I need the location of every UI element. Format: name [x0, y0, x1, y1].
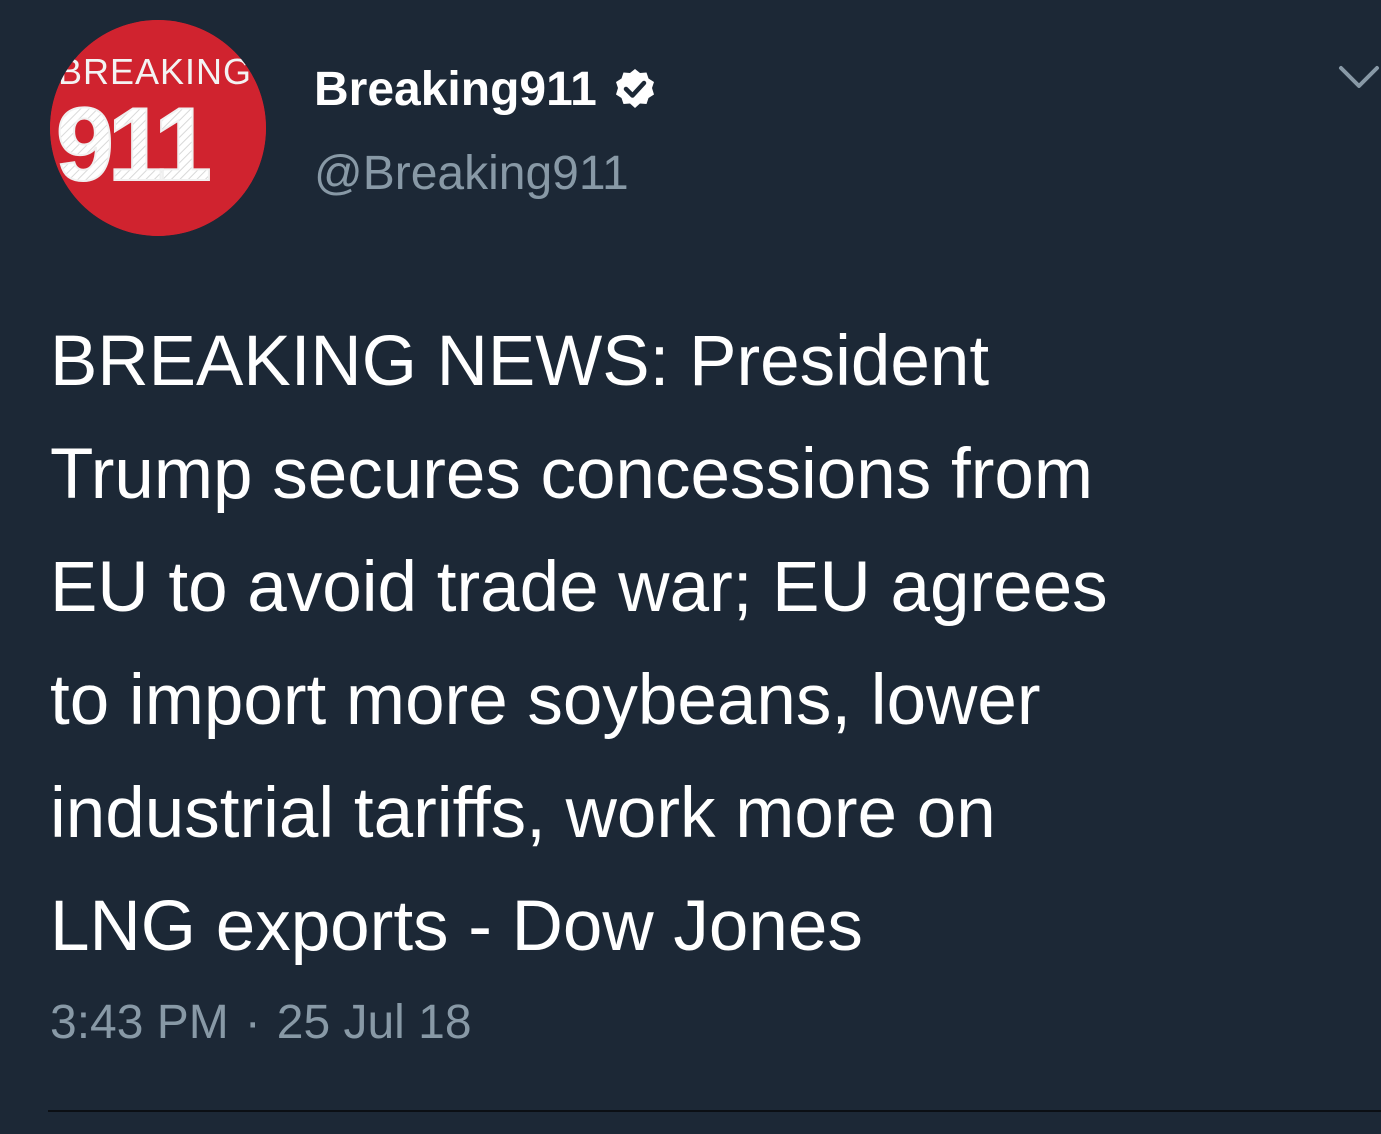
breaking911-logo-icon: BREAKING 911 — [50, 20, 266, 236]
display-name[interactable]: Breaking911 — [314, 60, 597, 120]
tweet-text-line: BREAKING NEWS: President — [50, 322, 990, 401]
author-handle[interactable]: @Breaking911 — [314, 144, 629, 204]
avatar-logo-number: 911 — [56, 87, 209, 203]
tweet-text-line: EU to avoid trade war; EU agrees — [50, 548, 1108, 627]
divider — [48, 1110, 1381, 1112]
tweet-timestamp[interactable]: 3:43 PM · 25 Jul 18 — [50, 988, 472, 1058]
tweet-text: BREAKING NEWS: President Trump secures c… — [50, 305, 1370, 983]
tweet-text-line: Trump secures concessions from — [50, 435, 1093, 514]
tweet-card: BREAKING 911 Breaking911 @Breaking911 BR… — [0, 0, 1381, 1134]
tweet-time: 3:43 PM — [50, 996, 229, 1049]
chevron-down-icon[interactable] — [1337, 62, 1381, 92]
tweet-text-line: industrial tariffs, work more on — [50, 774, 996, 853]
author-name-row: Breaking911 — [314, 60, 659, 120]
avatar-logo-word: BREAKING — [58, 51, 252, 92]
tweet-text-line: to import more soybeans, lower — [50, 661, 1041, 740]
avatar[interactable]: BREAKING 911 — [50, 20, 266, 236]
tweet-text-line: LNG exports - Dow Jones — [50, 887, 863, 966]
tweet-date: 25 Jul 18 — [276, 996, 472, 1049]
meta-separator: · — [244, 996, 261, 1049]
verified-badge-icon — [615, 69, 654, 108]
